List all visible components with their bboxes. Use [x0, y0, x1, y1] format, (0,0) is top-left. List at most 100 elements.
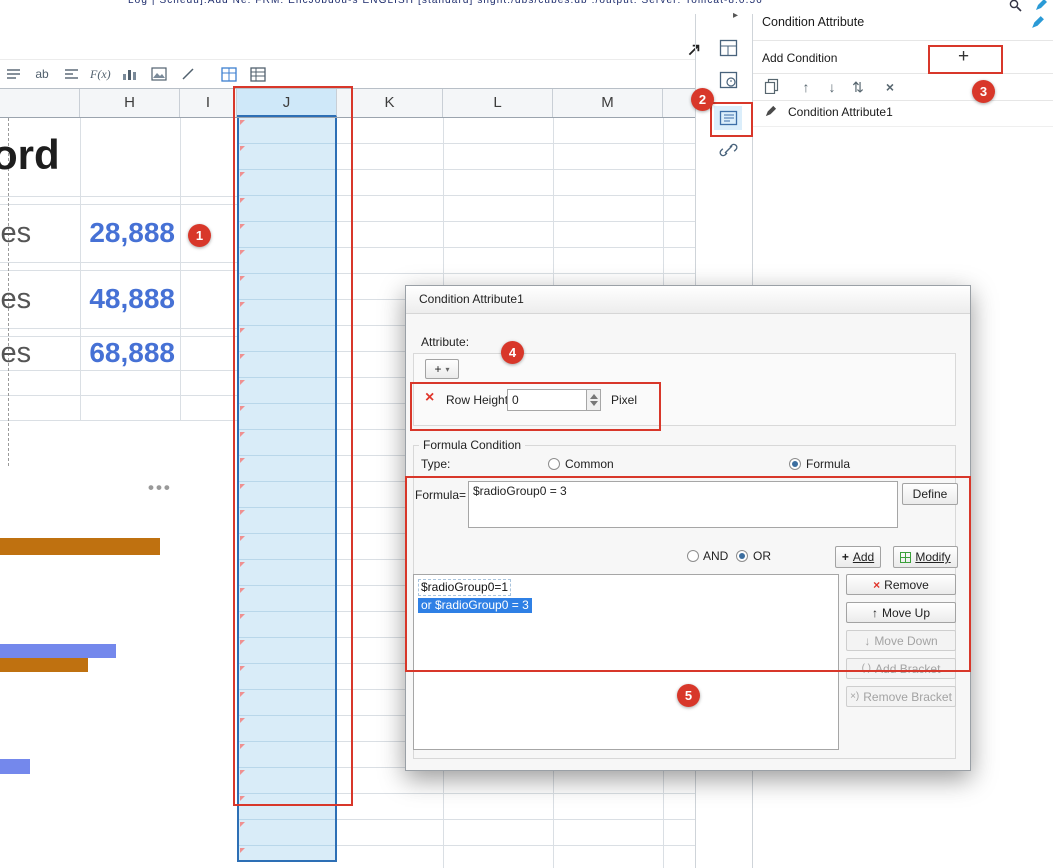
- row-height-input[interactable]: [507, 389, 587, 411]
- column-header-blank2[interactable]: [663, 89, 695, 117]
- type-label: Type:: [421, 457, 451, 471]
- chart-bar-orange: [0, 658, 88, 672]
- move-down-icon[interactable]: ↓: [824, 77, 840, 97]
- radio-common-label[interactable]: Common: [565, 457, 614, 471]
- panel-divider-line: [753, 100, 1053, 101]
- annotation-badge-5: 5: [677, 684, 700, 707]
- panel-divider-line: [753, 40, 1053, 41]
- column-header-m[interactable]: M: [553, 89, 663, 117]
- column-header-row: H I J K L M: [0, 88, 695, 118]
- add-formula-button[interactable]: + Add: [835, 546, 881, 568]
- item-edit-icon[interactable]: [764, 105, 777, 118]
- gridline: [0, 395, 237, 396]
- stepper-up-icon[interactable]: [590, 394, 598, 399]
- gridline: [0, 196, 237, 197]
- cell-element-icon[interactable]: [714, 68, 742, 92]
- pixel-unit-label: Pixel: [611, 393, 638, 407]
- radio-formula-label[interactable]: Formula: [806, 457, 850, 471]
- column-header-i[interactable]: I: [180, 89, 237, 117]
- text-tool-icon[interactable]: ab: [32, 64, 52, 84]
- chart-icon[interactable]: [120, 64, 140, 84]
- row-value: 48,888: [89, 283, 175, 314]
- column-j-overlay[interactable]: [237, 118, 337, 862]
- remove-button[interactable]: × Remove: [846, 574, 956, 595]
- radio-formula[interactable]: [789, 458, 801, 470]
- edit-flag-icon[interactable]: [1034, 0, 1048, 12]
- modify-formula-button[interactable]: Modify: [893, 546, 958, 568]
- panel-divider-line: [753, 126, 1053, 127]
- condition-list[interactable]: $radioGroup0=1 or $radioGroup0 = 3: [413, 574, 839, 750]
- add-condition-label: Add Condition: [762, 51, 838, 65]
- column-header-k[interactable]: K: [337, 89, 443, 117]
- remove-bracket-button[interactable]: ×) Remove Bracket: [846, 686, 956, 707]
- chart-bar-blue: [0, 759, 30, 774]
- dialog-title[interactable]: Condition Attribute1: [406, 286, 970, 314]
- add-bracket-button[interactable]: ( ) Add Bracket: [846, 658, 956, 679]
- condition-line[interactable]: $radioGroup0=1: [418, 579, 512, 596]
- down-arrow-icon: ↓: [864, 633, 871, 648]
- condition-item-label[interactable]: Condition Attribute1: [788, 105, 893, 119]
- grid-preview-icon[interactable]: [219, 64, 239, 84]
- grid-settings-icon[interactable]: [248, 64, 268, 84]
- plus-icon: +: [841, 550, 849, 564]
- align-justify-icon[interactable]: [3, 64, 23, 84]
- cell-attribute-icon[interactable]: [714, 36, 742, 60]
- collapse-chevron-icon[interactable]: ▸: [733, 10, 738, 21]
- sort-conditions-icon[interactable]: ⇅: [850, 77, 866, 97]
- modify-label: Modify: [915, 550, 951, 564]
- define-button[interactable]: Define: [902, 483, 958, 505]
- formula-input[interactable]: $radioGroup0 = 3: [468, 481, 898, 528]
- panel-divider-line: [753, 73, 1053, 74]
- panel-edit-icon[interactable]: [1030, 15, 1045, 30]
- gridline: [80, 118, 81, 420]
- row-height-label: Row Height:: [446, 393, 512, 407]
- move-up-button[interactable]: ↑ Move Up: [846, 602, 956, 623]
- line-tool-icon[interactable]: [178, 64, 198, 84]
- row-label: les: [0, 217, 32, 249]
- column-header-l[interactable]: L: [443, 89, 553, 117]
- formula-label: Formula=: [415, 488, 467, 502]
- radio-or[interactable]: [736, 550, 748, 562]
- gridline: [0, 328, 237, 329]
- radio-and[interactable]: [687, 550, 699, 562]
- row-height-stepper[interactable]: [587, 389, 601, 411]
- condition-line-selected[interactable]: or $radioGroup0 = 3: [418, 598, 532, 613]
- stepper-down-icon[interactable]: [590, 401, 598, 406]
- dropdown-caret-icon: ▾: [445, 364, 450, 374]
- format-toolbar: ab F(x): [3, 62, 268, 86]
- gridline: [0, 420, 237, 421]
- row-value: 68,888: [89, 337, 175, 368]
- chart-more-handle[interactable]: •••: [148, 478, 172, 498]
- remove-bracket-label: Remove Bracket: [863, 689, 952, 704]
- annotation-badge-2: 2: [691, 88, 714, 111]
- remove-attribute-icon[interactable]: ×: [425, 389, 434, 407]
- annotation-badge-4: 4: [501, 341, 524, 364]
- move-down-button[interactable]: ↓ Move Down: [846, 630, 956, 651]
- row-label: les: [0, 283, 32, 315]
- hyperlink-icon[interactable]: [714, 138, 742, 162]
- image-icon[interactable]: [149, 64, 169, 84]
- remove-bracket-icon: ×): [850, 691, 860, 702]
- delete-condition-icon[interactable]: ×: [882, 77, 898, 97]
- remove-x-icon: ×: [873, 577, 881, 592]
- column-header-blank[interactable]: [0, 89, 80, 117]
- radio-or-label[interactable]: OR: [753, 549, 771, 563]
- row-value: 28,888: [89, 217, 175, 248]
- toolbar-divider: [0, 59, 695, 60]
- remove-label: Remove: [884, 577, 929, 592]
- search-icon[interactable]: [1008, 0, 1023, 13]
- formula-icon[interactable]: F(x): [90, 64, 111, 84]
- add-condition-button[interactable]: +: [928, 45, 999, 70]
- column-header-j[interactable]: J: [237, 89, 337, 117]
- brackets-icon: ( ): [861, 663, 872, 674]
- copy-condition-icon[interactable]: [764, 78, 779, 99]
- row-label: les: [0, 337, 32, 369]
- move-up-icon[interactable]: ↑: [798, 77, 814, 97]
- radio-common[interactable]: [548, 458, 560, 470]
- align-left-icon[interactable]: [61, 64, 81, 84]
- column-header-h[interactable]: H: [80, 89, 180, 117]
- add-attribute-button[interactable]: + ▾: [425, 359, 459, 379]
- radio-and-label[interactable]: AND: [703, 549, 728, 563]
- add-label: Add: [852, 550, 875, 564]
- condition-attribute-icon[interactable]: [714, 106, 742, 130]
